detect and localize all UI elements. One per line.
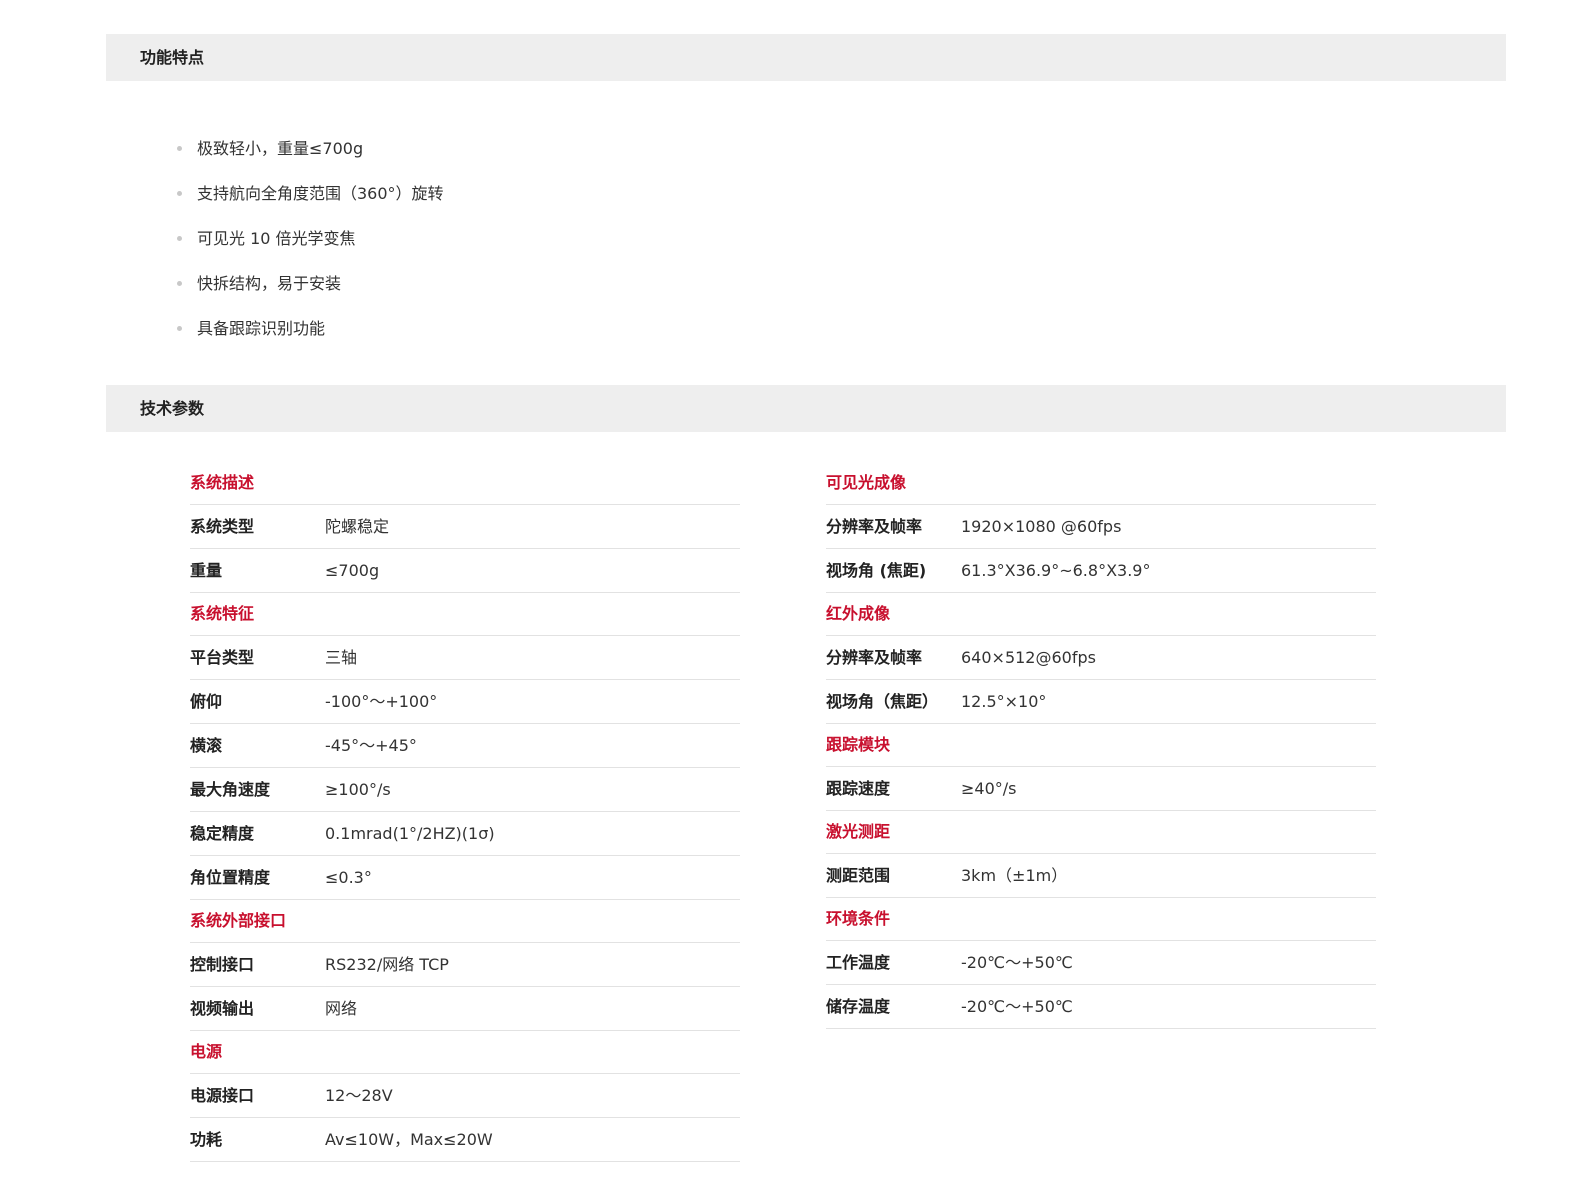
spec-value: -100°～+100° <box>325 692 438 711</box>
specs-section-header: 技术参数 <box>106 385 1506 432</box>
spec-group-title: 跟踪模块 <box>826 724 1376 767</box>
spec-value: 三轴 <box>325 648 358 667</box>
spec-group-title: 系统外部接口 <box>190 900 740 943</box>
feature-text: 具备跟踪识别功能 <box>197 319 326 338</box>
spec-value: 61.3°X36.9°~6.8°X3.9° <box>961 561 1151 580</box>
bullet-icon <box>177 236 182 241</box>
spec-value: 1920×1080 @60fps <box>961 517 1122 536</box>
spec-value: 网络 <box>325 999 358 1018</box>
spec-value: 12～28V <box>325 1086 393 1105</box>
spec-label: 分辨率及帧率 <box>826 648 923 667</box>
spec-label: 跟踪速度 <box>826 779 891 798</box>
spec-group-title: 激光测距 <box>826 811 1376 854</box>
spec-row: 稳定精度 0.1mrad(1°/2HZ)(1σ) <box>190 812 740 856</box>
spec-label: 电源接口 <box>190 1086 255 1105</box>
spec-row: 分辨率及帧率 640×512@60fps <box>826 636 1376 680</box>
spec-value: -45°～+45° <box>325 736 417 755</box>
spec-label: 测距范围 <box>826 866 891 885</box>
spec-label: 分辨率及帧率 <box>826 517 923 536</box>
spec-value: 640×512@60fps <box>961 648 1096 667</box>
spec-label: 横滚 <box>190 736 223 755</box>
feature-text: 支持航向全角度范围（360°）旋转 <box>197 184 444 203</box>
bullet-icon <box>177 191 182 196</box>
feature-list-item: 支持航向全角度范围（360°）旋转 <box>177 171 444 216</box>
bullet-icon <box>177 281 182 286</box>
spec-label: 储存温度 <box>826 997 891 1016</box>
feature-list: 极致轻小，重量≤700g 支持航向全角度范围（360°）旋转 可见光 10 倍光… <box>177 126 444 351</box>
spec-label: 最大角速度 <box>190 780 271 799</box>
spec-row: 工作温度 -20℃～+50℃ <box>826 941 1376 985</box>
spec-table-right: 可见光成像分辨率及帧率 1920×1080 @60fps 视场角 (焦距) 61.3°… <box>826 462 1376 1029</box>
spec-value: ≥40°/s <box>961 779 1017 798</box>
spec-label: 重量 <box>190 561 223 580</box>
spec-label: 俯仰 <box>190 692 223 711</box>
spec-label: 功耗 <box>190 1130 223 1149</box>
features-section-header: 功能特点 <box>106 34 1506 81</box>
spec-row: 储存温度 -20℃～+50℃ <box>826 985 1376 1029</box>
spec-row: 分辨率及帧率 1920×1080 @60fps <box>826 505 1376 549</box>
spec-table-left: 系统描述系统类型 陀螺稳定重量 ≤700g 系统特征平台类型 三轴俯仰 -100°～+10… <box>190 462 740 1162</box>
spec-label: 视场角（焦距） <box>826 692 939 711</box>
spec-value: 3km（±1m） <box>961 866 1068 885</box>
bullet-icon <box>177 146 182 151</box>
spec-value: Av≤10W，Max≤20W <box>325 1130 493 1149</box>
spec-label: 稳定精度 <box>190 824 255 843</box>
spec-row: 横滚 -45°～+45° <box>190 724 740 768</box>
spec-group-title: 系统描述 <box>190 462 740 505</box>
spec-label: 系统类型 <box>190 517 255 536</box>
spec-value: ≤700g <box>325 561 380 580</box>
spec-row: 电源接口 12～28V <box>190 1074 740 1118</box>
spec-label: 平台类型 <box>190 648 255 667</box>
spec-value: RS232/网络 TCP <box>325 955 449 974</box>
specs-section-title: 技术参数 <box>140 399 205 418</box>
spec-group-title: 系统特征 <box>190 593 740 636</box>
spec-group-title: 红外成像 <box>826 593 1376 636</box>
spec-label: 角位置精度 <box>190 868 271 887</box>
spec-group-title: 可见光成像 <box>826 462 1376 505</box>
spec-group-title: 电源 <box>190 1031 740 1074</box>
spec-value: ≥100°/s <box>325 780 391 799</box>
spec-row: 视频输出 网络 <box>190 987 740 1031</box>
spec-value: 陀螺稳定 <box>325 517 390 536</box>
spec-label: 工作温度 <box>826 953 891 972</box>
spec-value: 12.5°×10° <box>961 692 1047 711</box>
spec-row: 角位置精度 ≤0.3° <box>190 856 740 900</box>
feature-list-item: 极致轻小，重量≤700g <box>177 126 444 171</box>
spec-row: 平台类型 三轴 <box>190 636 740 680</box>
feature-text: 极致轻小，重量≤700g <box>197 139 364 158</box>
spec-row: 跟踪速度 ≥40°/s <box>826 767 1376 811</box>
spec-label: 视频输出 <box>190 999 255 1018</box>
spec-value: -20℃～+50℃ <box>961 953 1073 972</box>
spec-value: ≤0.3° <box>325 868 372 887</box>
bullet-icon <box>177 326 182 331</box>
spec-row: 控制接口 RS232/网络 TCP <box>190 943 740 987</box>
feature-text: 快拆结构，易于安装 <box>197 274 342 293</box>
spec-row: 重量 ≤700g <box>190 549 740 593</box>
feature-list-item: 具备跟踪识别功能 <box>177 306 444 351</box>
feature-list-item: 可见光 10 倍光学变焦 <box>177 216 444 261</box>
spec-row: 功耗 Av≤10W，Max≤20W <box>190 1118 740 1162</box>
spec-row: 视场角（焦距） 12.5°×10° <box>826 680 1376 724</box>
spec-label: 控制接口 <box>190 955 255 974</box>
spec-row: 系统类型 陀螺稳定 <box>190 505 740 549</box>
spec-value: -20℃～+50℃ <box>961 997 1073 1016</box>
feature-list-item: 快拆结构，易于安装 <box>177 261 444 306</box>
features-section-title: 功能特点 <box>140 48 205 67</box>
spec-label: 视场角 (焦距) <box>826 561 927 580</box>
spec-group-title: 环境条件 <box>826 898 1376 941</box>
spec-row: 俯仰 -100°～+100° <box>190 680 740 724</box>
feature-text: 可见光 10 倍光学变焦 <box>197 229 356 248</box>
spec-row: 最大角速度 ≥100°/s <box>190 768 740 812</box>
spec-row: 测距范围 3km（±1m） <box>826 854 1376 898</box>
spec-value: 0.1mrad(1°/2HZ)(1σ) <box>325 824 495 843</box>
spec-row: 视场角 (焦距) 61.3°X36.9°~6.8°X3.9° <box>826 549 1376 593</box>
